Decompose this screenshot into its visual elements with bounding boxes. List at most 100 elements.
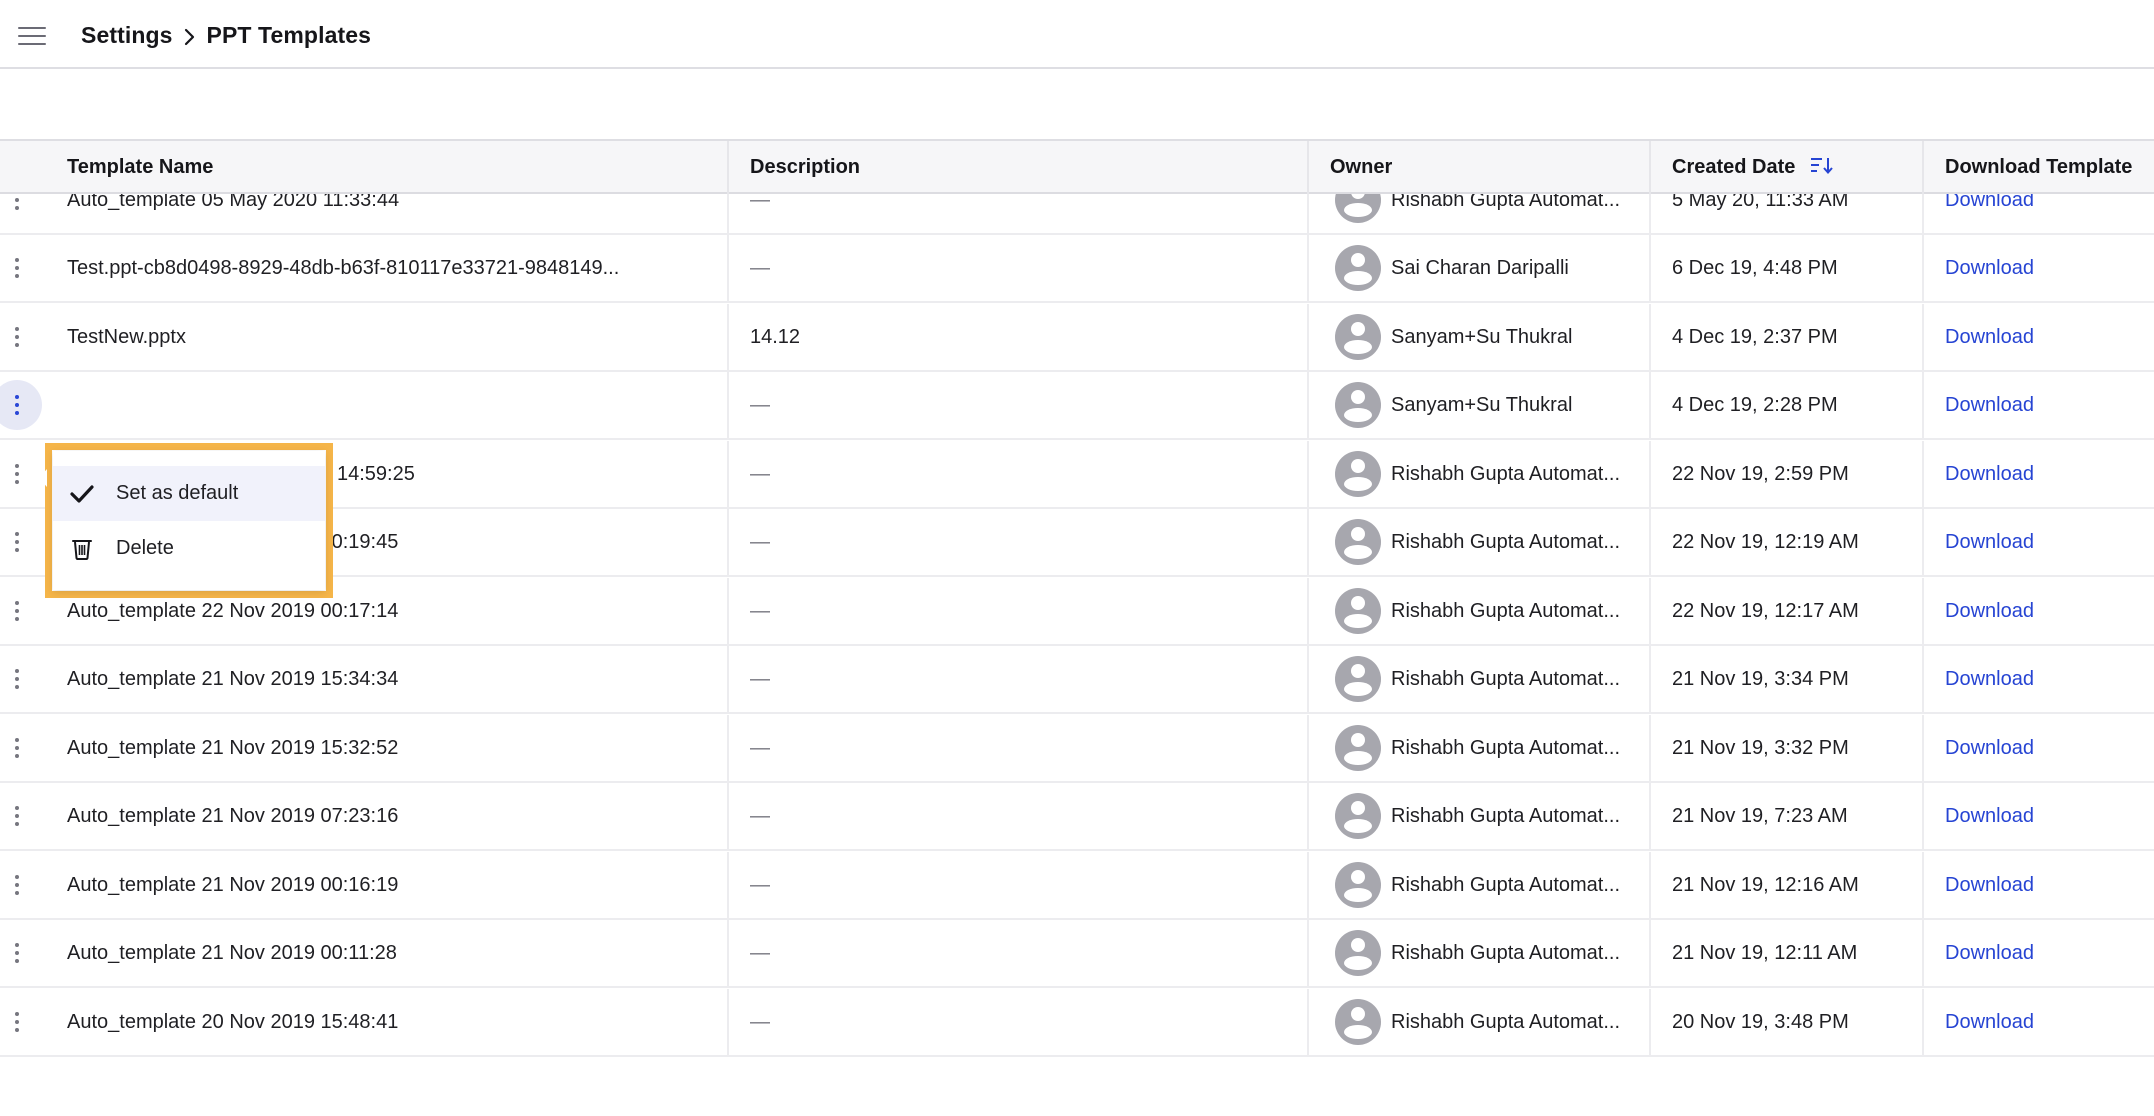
created-date: 22 Nov 19, 12:19 AM: [1672, 530, 1859, 553]
owner-name: Rishabh Gupta Automat...: [1391, 1010, 1621, 1033]
download-link[interactable]: Download: [1945, 257, 2034, 280]
created-date: 20 Nov 19, 3:48 PM: [1672, 1010, 1849, 1033]
template-description: —: [750, 667, 770, 690]
download-link[interactable]: Download: [1945, 942, 2034, 965]
hamburger-line: [18, 27, 46, 29]
table-row: TestNew.pptx 14.12 Sanyam+Su Thukral 4 Dec …: [0, 304, 2154, 372]
row-more-options-icon[interactable]: [0, 441, 34, 507]
download-cell: Download: [1922, 715, 2154, 781]
template-name: Test.ppt-cb8d0498-8929-48db-b63f-810117e…: [67, 256, 620, 279]
template-name-cell: Auto_template 20 Nov 2019 15:48:41: [67, 989, 707, 1055]
download-link[interactable]: Download: [1945, 600, 2034, 623]
row-more-options-icon[interactable]: [0, 646, 34, 712]
row-more-options-icon[interactable]: [0, 715, 34, 781]
description-cell: —: [727, 989, 1307, 1055]
description-cell: —: [727, 441, 1307, 507]
row-more-options-icon[interactable]: [0, 304, 34, 370]
owner-name: Rishabh Gupta Automat...: [1391, 667, 1621, 690]
column-header-description[interactable]: Description: [727, 141, 1307, 194]
column-header-owner[interactable]: Owner: [1307, 141, 1649, 194]
download-cell: Download: [1922, 920, 2154, 986]
download-link[interactable]: Download: [1945, 805, 2034, 828]
description-cell: 14.12: [727, 304, 1307, 370]
breadcrumb-current-page: PPT Templates: [206, 22, 372, 48]
download-cell: Download: [1922, 372, 2154, 438]
template-description: —: [750, 599, 770, 622]
download-link[interactable]: Download: [1945, 874, 2034, 897]
owner-name: Sanyam+Su Thukral: [1391, 393, 1573, 416]
table-row: Test.ppt-cb8d0498-8929-48db-b63f-810117e…: [0, 235, 2154, 303]
column-label: Created Date: [1672, 156, 1796, 178]
owner-name: Sanyam+Su Thukral: [1391, 325, 1573, 348]
row-more-options-icon[interactable]: [0, 578, 34, 644]
hamburger-menu-icon[interactable]: [18, 25, 46, 47]
description-cell: —: [727, 235, 1307, 301]
column-label: Template Name: [67, 156, 214, 178]
download-link[interactable]: Download: [1945, 737, 2034, 760]
column-label: Description: [750, 156, 861, 178]
user-avatar-icon: [1335, 451, 1381, 497]
created-date-cell: 22 Nov 19, 12:19 AM: [1649, 509, 1922, 575]
download-link[interactable]: Download: [1945, 463, 2034, 486]
row-more-options-icon[interactable]: [0, 920, 34, 986]
download-cell: Download: [1922, 235, 2154, 301]
template-description: —: [750, 941, 770, 964]
sort-descending-icon[interactable]: [1809, 155, 1834, 181]
created-date-cell: 21 Nov 19, 7:23 AM: [1649, 783, 1922, 849]
table-row: Auto_template 21 Nov 2019 15:32:52 — Risha…: [0, 715, 2154, 783]
template-description: —: [750, 804, 770, 827]
row-more-options-icon[interactable]: [0, 989, 34, 1055]
template-name: 14:59:25: [337, 462, 415, 485]
breadcrumb-settings[interactable]: Settings: [81, 22, 173, 49]
description-cell: —: [727, 920, 1307, 986]
template-name: Auto_template 21 Nov 2019 15:32:52: [67, 736, 399, 759]
template-name-cell: [67, 372, 707, 438]
download-cell: Download: [1922, 646, 2154, 712]
created-date: 6 Dec 19, 4:48 PM: [1672, 256, 1838, 279]
column-header-download-template: Download Template: [1922, 141, 2154, 194]
owner-name: Rishabh Gupta Automat...: [1391, 736, 1621, 759]
owner-cell: Rishabh Gupta Automat...: [1307, 989, 1649, 1055]
row-more-options-icon[interactable]: [0, 235, 34, 301]
download-cell: Download: [1922, 852, 2154, 918]
template-name: Auto_template 20 Nov 2019 15:48:41: [67, 1010, 399, 1033]
owner-cell: Sai Charan Daripalli: [1307, 235, 1649, 301]
download-link[interactable]: Download: [1945, 394, 2034, 417]
row-more-options-icon[interactable]: [0, 372, 42, 438]
user-avatar-icon: [1335, 656, 1381, 702]
owner-name: Sai Charan Daripalli: [1391, 256, 1569, 279]
top-bar: Settings PPT Templates: [0, 0, 2154, 69]
menu-item-set-as-default[interactable]: Set as default: [53, 466, 325, 521]
template-description: —: [750, 736, 770, 759]
created-date-cell: 22 Nov 19, 12:17 AM: [1649, 578, 1922, 644]
column-header-template-name[interactable]: Template Name: [67, 141, 727, 194]
template-description: —: [750, 530, 770, 553]
download-link[interactable]: Download: [1945, 668, 2034, 691]
download-cell: Download: [1922, 509, 2154, 575]
created-date-cell: 20 Nov 19, 3:48 PM: [1649, 989, 1922, 1055]
row-more-options-icon[interactable]: [0, 852, 34, 918]
download-link[interactable]: Download: [1945, 1011, 2034, 1034]
table-row: Auto_template 21 Nov 2019 15:34:34 — Risha…: [0, 646, 2154, 714]
owner-name: Rishabh Gupta Automat...: [1391, 530, 1621, 553]
download-link[interactable]: Download: [1945, 326, 2034, 349]
download-link[interactable]: Download: [1945, 531, 2034, 554]
user-avatar-icon: [1335, 588, 1381, 634]
menu-item-delete[interactable]: Delete: [53, 521, 325, 576]
created-date-cell: 21 Nov 19, 3:32 PM: [1649, 715, 1922, 781]
template-name-cell: Auto_template 21 Nov 2019 07:23:16: [67, 783, 707, 849]
owner-cell: Rishabh Gupta Automat...: [1307, 578, 1649, 644]
row-more-options-icon[interactable]: [0, 509, 34, 575]
menu-item-label: Delete: [116, 537, 174, 559]
column-header-created-date[interactable]: Created Date: [1649, 141, 1922, 194]
created-date: 21 Nov 19, 12:11 AM: [1672, 941, 1858, 964]
row-more-options-icon[interactable]: [0, 783, 34, 849]
user-avatar-icon: [1335, 382, 1381, 428]
template-description: —: [750, 256, 770, 279]
created-date: 21 Nov 19, 3:34 PM: [1672, 667, 1849, 690]
template-name-cell: TestNew.pptx: [67, 304, 707, 370]
template-name-cell: Test.ppt-cb8d0498-8929-48db-b63f-810117e…: [67, 235, 707, 301]
table-row: — Sanyam+Su Thukral 4 Dec 19, 2:28 PM Downl…: [0, 372, 2154, 440]
template-description: —: [750, 393, 770, 416]
owner-name: Rishabh Gupta Automat...: [1391, 599, 1621, 622]
